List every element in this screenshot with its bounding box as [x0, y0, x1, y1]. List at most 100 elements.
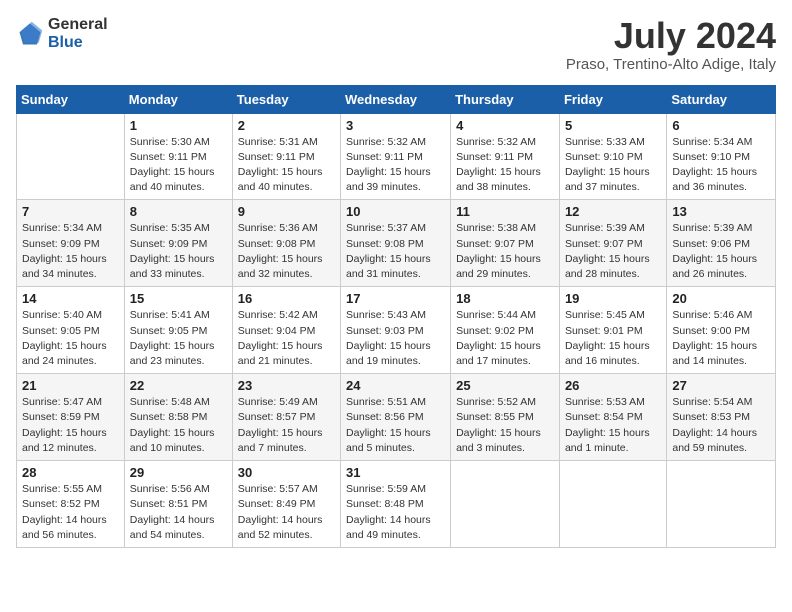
cell-info: Sunrise: 5:48 AM Sunset: 8:58 PM Dayligh… [130, 395, 227, 456]
day-number: 13 [672, 204, 770, 219]
logo-blue-text: Blue [48, 34, 108, 52]
day-number: 22 [130, 378, 227, 393]
day-number: 3 [346, 118, 445, 133]
day-number: 12 [565, 204, 661, 219]
calendar-cell: 24 Sunrise: 5:51 AM Sunset: 8:56 PM Dayli… [341, 374, 451, 461]
day-number: 9 [238, 204, 335, 219]
day-number: 25 [456, 378, 554, 393]
header-friday: Friday [559, 85, 666, 113]
cell-info: Sunrise: 5:35 AM Sunset: 9:09 PM Dayligh… [130, 221, 227, 282]
day-number: 14 [22, 291, 119, 306]
logo-icon [16, 20, 44, 48]
calendar-cell: 8 Sunrise: 5:35 AM Sunset: 9:09 PM Daylig… [124, 200, 232, 287]
cell-info: Sunrise: 5:47 AM Sunset: 8:59 PM Dayligh… [22, 395, 119, 456]
calendar-cell: 1Sunrise: 5:30 AM Sunset: 9:11 PM Daylig… [124, 113, 232, 200]
calendar-cell: 23 Sunrise: 5:49 AM Sunset: 8:57 PM Dayli… [232, 374, 340, 461]
header-monday: Monday [124, 85, 232, 113]
cell-info: Sunrise: 5:40 AM Sunset: 9:05 PM Dayligh… [22, 308, 119, 369]
calendar-cell: 16 Sunrise: 5:42 AM Sunset: 9:04 PM Dayli… [232, 287, 340, 374]
calendar-cell: 4 Sunrise: 5:32 AM Sunset: 9:11 PM Daylig… [451, 113, 560, 200]
calendar-cell: 9 Sunrise: 5:36 AM Sunset: 9:08 PM Daylig… [232, 200, 340, 287]
logo-general-text: General [48, 16, 108, 34]
calendar-cell: 12 Sunrise: 5:39 AM Sunset: 9:07 PM Dayli… [559, 200, 666, 287]
calendar-cell [451, 461, 560, 548]
day-number: 11 [456, 204, 554, 219]
day-number: 26 [565, 378, 661, 393]
location-text: Praso, Trentino-Alto Adige, Italy [566, 56, 776, 73]
day-number: 4 [456, 118, 554, 133]
day-number: 28 [22, 465, 119, 480]
calendar-cell: 21Sunrise: 5:47 AM Sunset: 8:59 PM Dayli… [17, 374, 125, 461]
calendar-cell: 14 Sunrise: 5:40 AM Sunset: 9:05 PM Dayli… [17, 287, 125, 374]
title-block: July 2024 Praso, Trentino-Alto Adige, It… [566, 16, 776, 73]
cell-info: Sunrise: 5:56 AM Sunset: 8:51 PM Dayligh… [130, 482, 227, 543]
calendar-cell: 5Sunrise: 5:33 AM Sunset: 9:10 PM Daylig… [559, 113, 666, 200]
cell-info: Sunrise: 5:52 AM Sunset: 8:55 PM Dayligh… [456, 395, 554, 456]
cell-info: Sunrise: 5:45 AM Sunset: 9:01 PM Dayligh… [565, 308, 661, 369]
logo: General Blue [16, 16, 108, 51]
calendar-cell: 15 Sunrise: 5:41 AM Sunset: 9:05 PM Dayli… [124, 287, 232, 374]
day-number: 7 [22, 204, 119, 219]
day-number: 24 [346, 378, 445, 393]
calendar-week-3: 14 Sunrise: 5:40 AM Sunset: 9:05 PM Dayli… [17, 287, 776, 374]
calendar-week-2: 7 Sunrise: 5:34 AM Sunset: 9:09 PM Daylig… [17, 200, 776, 287]
calendar-cell: 25 Sunrise: 5:52 AM Sunset: 8:55 PM Dayli… [451, 374, 560, 461]
day-number: 18 [456, 291, 554, 306]
calendar-cell: 26 Sunrise: 5:53 AM Sunset: 8:54 PM Dayli… [559, 374, 666, 461]
cell-info: Sunrise: 5:53 AM Sunset: 8:54 PM Dayligh… [565, 395, 661, 456]
cell-info: Sunrise: 5:44 AM Sunset: 9:02 PM Dayligh… [456, 308, 554, 369]
calendar-week-1: 1Sunrise: 5:30 AM Sunset: 9:11 PM Daylig… [17, 113, 776, 200]
day-number: 23 [238, 378, 335, 393]
cell-info: Sunrise: 5:59 AM Sunset: 8:48 PM Dayligh… [346, 482, 445, 543]
calendar-week-5: 28 Sunrise: 5:55 AM Sunset: 8:52 PM Dayli… [17, 461, 776, 548]
day-number: 27 [672, 378, 770, 393]
cell-info: Sunrise: 5:55 AM Sunset: 8:52 PM Dayligh… [22, 482, 119, 543]
calendar-cell: 13 Sunrise: 5:39 AM Sunset: 9:06 PM Dayli… [667, 200, 776, 287]
day-number: 29 [130, 465, 227, 480]
logo-text: General Blue [48, 16, 108, 51]
calendar-cell: 2Sunrise: 5:31 AM Sunset: 9:11 PM Daylig… [232, 113, 340, 200]
cell-info: Sunrise: 5:33 AM Sunset: 9:10 PM Dayligh… [565, 135, 661, 196]
calendar-header-row: SundayMondayTuesdayWednesdayThursdayFrid… [17, 85, 776, 113]
day-number: 17 [346, 291, 445, 306]
cell-info: Sunrise: 5:30 AM Sunset: 9:11 PM Dayligh… [130, 135, 227, 196]
cell-info: Sunrise: 5:41 AM Sunset: 9:05 PM Dayligh… [130, 308, 227, 369]
cell-info: Sunrise: 5:39 AM Sunset: 9:07 PM Dayligh… [565, 221, 661, 282]
cell-info: Sunrise: 5:39 AM Sunset: 9:06 PM Dayligh… [672, 221, 770, 282]
calendar-table: SundayMondayTuesdayWednesdayThursdayFrid… [16, 85, 776, 548]
header-saturday: Saturday [667, 85, 776, 113]
header-tuesday: Tuesday [232, 85, 340, 113]
cell-info: Sunrise: 5:31 AM Sunset: 9:11 PM Dayligh… [238, 135, 335, 196]
calendar-cell: 17 Sunrise: 5:43 AM Sunset: 9:03 PM Dayli… [341, 287, 451, 374]
cell-info: Sunrise: 5:34 AM Sunset: 9:09 PM Dayligh… [22, 221, 119, 282]
calendar-cell: 31 Sunrise: 5:59 AM Sunset: 8:48 PM Dayli… [341, 461, 451, 548]
calendar-cell: 3Sunrise: 5:32 AM Sunset: 9:11 PM Daylig… [341, 113, 451, 200]
day-number: 16 [238, 291, 335, 306]
calendar-cell: 18 Sunrise: 5:44 AM Sunset: 9:02 PM Dayli… [451, 287, 560, 374]
day-number: 31 [346, 465, 445, 480]
cell-info: Sunrise: 5:49 AM Sunset: 8:57 PM Dayligh… [238, 395, 335, 456]
calendar-cell [17, 113, 125, 200]
cell-info: Sunrise: 5:36 AM Sunset: 9:08 PM Dayligh… [238, 221, 335, 282]
calendar-cell: 29 Sunrise: 5:56 AM Sunset: 8:51 PM Dayli… [124, 461, 232, 548]
cell-info: Sunrise: 5:38 AM Sunset: 9:07 PM Dayligh… [456, 221, 554, 282]
day-number: 19 [565, 291, 661, 306]
cell-info: Sunrise: 5:51 AM Sunset: 8:56 PM Dayligh… [346, 395, 445, 456]
day-number: 20 [672, 291, 770, 306]
calendar-cell: 20Sunrise: 5:46 AM Sunset: 9:00 PM Dayli… [667, 287, 776, 374]
cell-info: Sunrise: 5:42 AM Sunset: 9:04 PM Dayligh… [238, 308, 335, 369]
calendar-cell [667, 461, 776, 548]
cell-info: Sunrise: 5:32 AM Sunset: 9:11 PM Dayligh… [456, 135, 554, 196]
header-sunday: Sunday [17, 85, 125, 113]
calendar-cell: 22 Sunrise: 5:48 AM Sunset: 8:58 PM Dayli… [124, 374, 232, 461]
calendar-cell: 28 Sunrise: 5:55 AM Sunset: 8:52 PM Dayli… [17, 461, 125, 548]
cell-info: Sunrise: 5:57 AM Sunset: 8:49 PM Dayligh… [238, 482, 335, 543]
day-number: 15 [130, 291, 227, 306]
calendar-cell: 30Sunrise: 5:57 AM Sunset: 8:49 PM Dayli… [232, 461, 340, 548]
calendar-week-4: 21Sunrise: 5:47 AM Sunset: 8:59 PM Dayli… [17, 374, 776, 461]
cell-info: Sunrise: 5:43 AM Sunset: 9:03 PM Dayligh… [346, 308, 445, 369]
cell-info: Sunrise: 5:37 AM Sunset: 9:08 PM Dayligh… [346, 221, 445, 282]
day-number: 6 [672, 118, 770, 133]
calendar-cell: 27Sunrise: 5:54 AM Sunset: 8:53 PM Dayli… [667, 374, 776, 461]
day-number: 8 [130, 204, 227, 219]
